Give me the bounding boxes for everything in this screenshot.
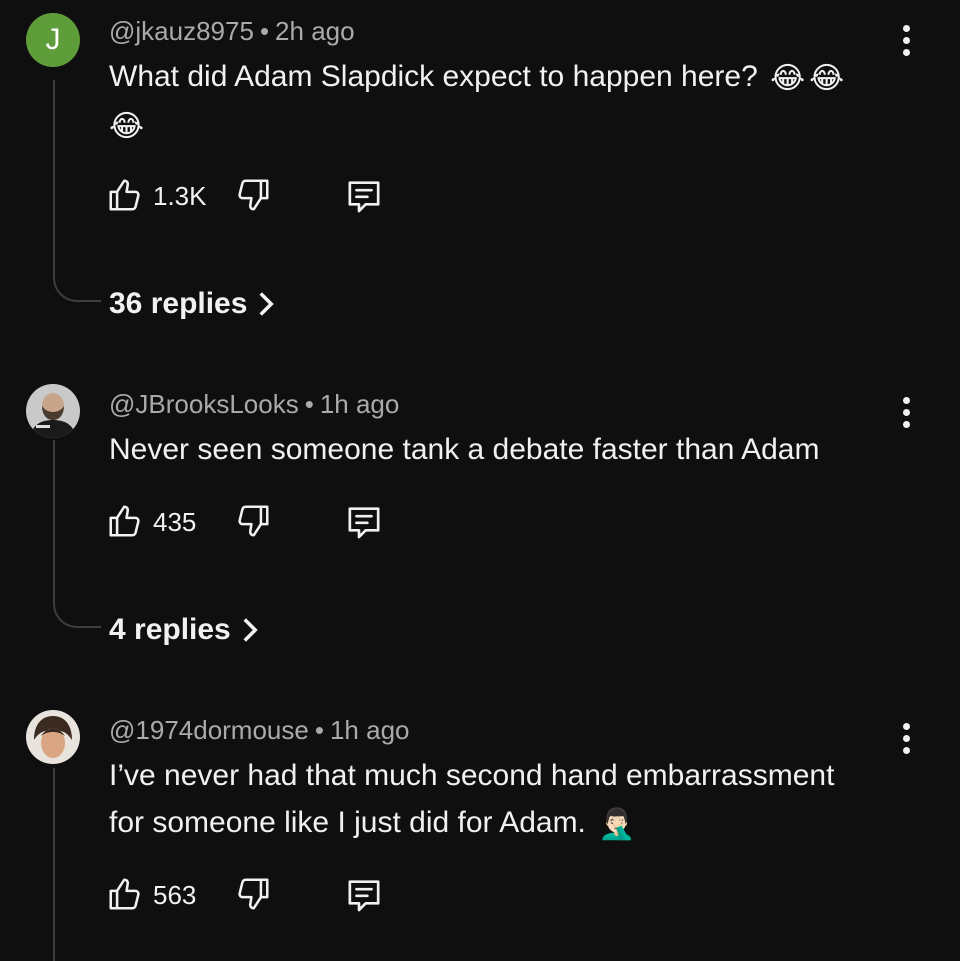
comment-meta: @1974dormouse • 1h ago xyxy=(109,715,410,746)
laughing-emoji: 😂 xyxy=(109,110,145,144)
replies-count: 4 replies xyxy=(109,613,231,646)
separator: • xyxy=(304,389,314,419)
replies-count: 36 replies xyxy=(109,287,248,320)
like-count: 435 xyxy=(153,507,197,537)
laughing-emoji: 😂 xyxy=(770,61,806,95)
separator: • xyxy=(314,715,324,745)
like-button[interactable] xyxy=(106,875,146,915)
comment-author[interactable]: @jkauz8975 xyxy=(109,16,254,46)
thumbs-down-icon xyxy=(238,179,269,211)
comment-text-line: I’ve never had that much second hand emb… xyxy=(109,759,835,792)
thumbs-down-icon xyxy=(238,878,269,910)
reply-icon xyxy=(348,181,380,213)
reply-button[interactable] xyxy=(344,502,386,542)
comment-meta: @jkauz8975 • 2h ago xyxy=(109,16,355,47)
view-replies-button[interactable]: 4 replies xyxy=(109,613,259,647)
comment-author[interactable]: @JBrooksLooks xyxy=(109,389,299,419)
comment-text: What did Adam Slapdick expect to happen … xyxy=(109,53,899,150)
thread-connector xyxy=(53,276,101,302)
avatar-letter: J xyxy=(45,23,61,56)
comment-text-line: for someone like I just did for Adam. xyxy=(109,806,586,839)
view-replies-button[interactable]: 36 replies xyxy=(109,287,275,321)
dislike-button[interactable] xyxy=(234,176,274,216)
reply-button[interactable] xyxy=(344,176,386,216)
avatar-photo xyxy=(26,384,80,438)
comment-meta: @JBrooksLooks • 1h ago xyxy=(109,389,399,420)
chevron-right-icon xyxy=(259,292,275,316)
like-button[interactable] xyxy=(106,176,146,216)
thread-connector xyxy=(53,602,101,628)
comment-time: 1h ago xyxy=(319,389,400,419)
thread-line xyxy=(53,80,55,276)
avatar[interactable]: J xyxy=(26,13,80,67)
like-count: 1.3K xyxy=(153,181,207,211)
avatar-photo xyxy=(26,710,80,764)
thread-line xyxy=(53,440,55,602)
facepalm-emoji: 🤦🏻‍♂️ xyxy=(598,807,636,841)
reply-icon xyxy=(348,507,380,539)
comment-text-line: What did Adam Slapdick expect to happen … xyxy=(109,60,758,93)
comment-text: Never seen someone tank a debate faster … xyxy=(109,426,899,473)
dislike-button[interactable] xyxy=(234,875,274,915)
comment-author[interactable]: @1974dormouse xyxy=(109,715,309,745)
reply-button[interactable] xyxy=(344,875,386,915)
thumbs-up-icon xyxy=(109,878,140,910)
comment-text-line: Never seen someone tank a debate faster … xyxy=(109,433,820,466)
like-button[interactable] xyxy=(106,502,146,542)
separator: • xyxy=(259,16,270,46)
thumbs-down-icon xyxy=(238,505,269,537)
reply-icon xyxy=(348,880,380,912)
chevron-right-icon xyxy=(243,618,258,642)
more-vert-icon[interactable] xyxy=(892,720,920,756)
avatar[interactable] xyxy=(26,384,80,438)
avatar[interactable] xyxy=(26,710,80,764)
thumbs-up-icon xyxy=(109,505,140,537)
comment-time: 2h ago xyxy=(275,16,355,46)
comment-time: 1h ago xyxy=(329,715,410,745)
more-vert-icon[interactable] xyxy=(892,394,920,430)
laughing-emoji: 😂 xyxy=(809,61,845,95)
thumbs-up-icon xyxy=(109,179,140,211)
comment-text: I’ve never had that much second hand emb… xyxy=(109,752,899,848)
thread-line xyxy=(53,768,55,961)
like-count: 563 xyxy=(153,880,197,910)
dislike-button[interactable] xyxy=(234,502,274,542)
